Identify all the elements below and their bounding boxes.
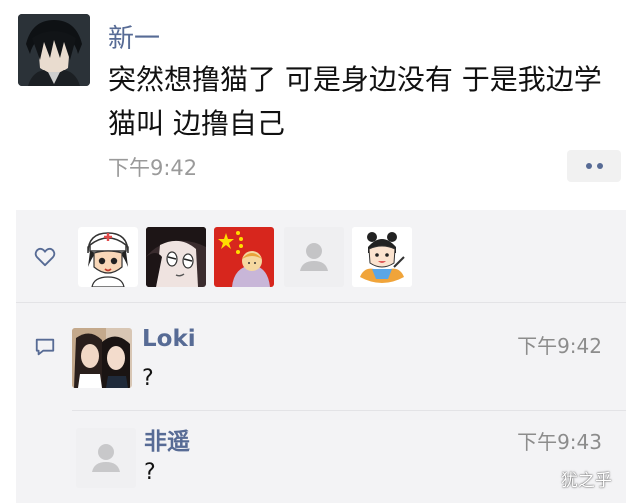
comment-icon [35,338,55,356]
comment-time: 下午9:42 [517,334,602,358]
comment-text: ? [144,460,156,485]
commenter-name[interactable]: Loki [142,326,196,352]
moment-post: 新一 突然想撸猫了 可是身边没有 于是我边学猫叫 边撸自己 下午9:42 [0,0,642,210]
post-time: 下午9:42 [108,156,198,180]
commenter-avatar-loki[interactable] [72,328,132,388]
comment-text: ? [142,366,154,391]
like-avatar-default[interactable] [284,227,344,287]
like-avatar-anime-girl[interactable] [146,227,206,287]
author-avatar[interactable] [18,14,90,86]
comment-item: 非遥 ? 下午9:43 [16,412,626,503]
likes-row [16,210,626,303]
commenter-name[interactable]: 非遥 [144,422,190,456]
commenter-avatar-default[interactable] [76,428,136,488]
heart-icon [34,247,56,267]
like-avatar-nurse[interactable] [78,227,138,287]
comment-divider [72,410,626,411]
more-dots-icon[interactable] [567,150,621,182]
author-name[interactable]: 新一 [108,18,160,55]
interaction-panel: Loki ? 下午9:42 非遥 ? 下午9:43 犹之乎 [16,210,626,503]
post-text: 突然想撸猫了 可是身边没有 于是我边学猫叫 边撸自己 [108,63,602,140]
watermark: 犹之乎 [561,471,612,491]
comment-item: Loki ? 下午9:42 [16,312,626,410]
like-avatar-flag[interactable] [214,227,274,287]
like-avatar-cartoon-girl[interactable] [352,227,412,287]
comment-time: 下午9:43 [517,430,602,454]
